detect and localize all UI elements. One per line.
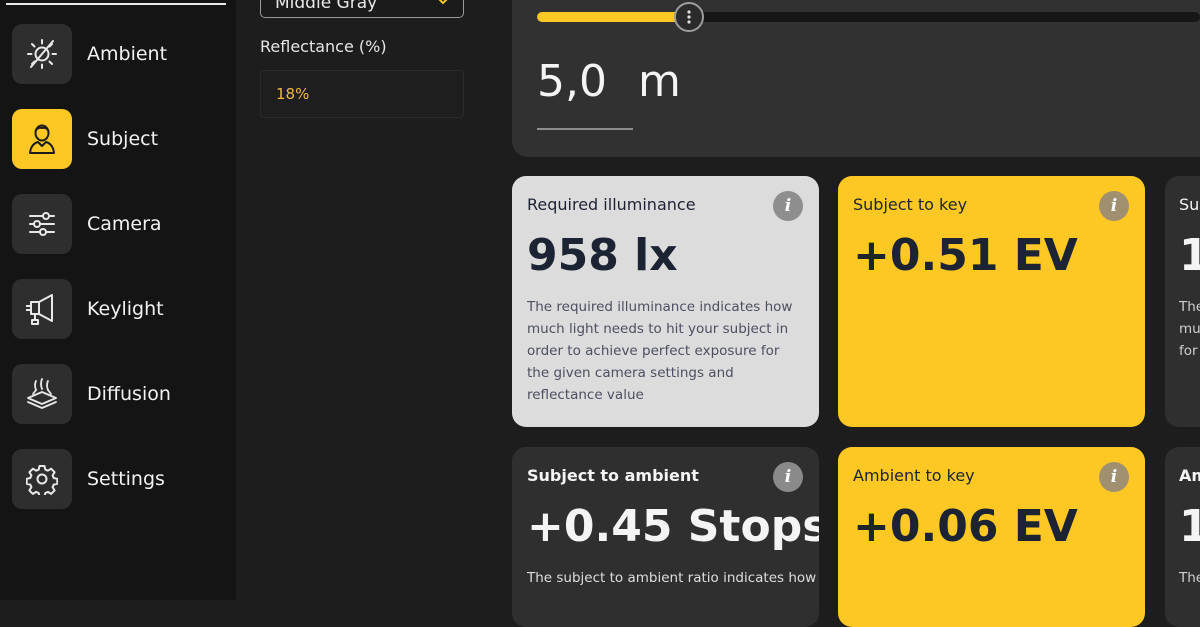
reflectance-input[interactable]: 18%: [260, 70, 464, 118]
card-value: +0.06 EV: [853, 501, 1078, 552]
chevron-down-icon: [437, 0, 449, 9]
sidebar-item-label: Settings: [87, 468, 165, 490]
sliders-icon: [12, 194, 72, 254]
softbox-light-icon: [12, 279, 72, 339]
card-description: The: [1179, 570, 1200, 586]
sidebar: Ambient Subject Camera Keylight Diffusio…: [0, 0, 236, 600]
sidebar-item-camera[interactable]: Camera: [12, 194, 222, 254]
card-title: Am: [1179, 466, 1200, 485]
info-icon[interactable]: i: [773, 191, 803, 221]
gear-icon: [12, 449, 72, 509]
partial-card-right-top: Su 1 The mu for: [1165, 176, 1200, 427]
card-description: The subject to ambient ratio indicates h…: [527, 570, 817, 586]
ambient-off-icon: [12, 24, 72, 84]
sidebar-item-ambient[interactable]: Ambient: [12, 24, 222, 84]
sidebar-item-settings[interactable]: Settings: [12, 449, 222, 509]
sidebar-item-label: Diffusion: [87, 383, 171, 405]
reflectance-value: 18%: [276, 85, 310, 103]
subject-to-key-card: Subject to key +0.51 EV i: [838, 176, 1145, 427]
subject-settings-panel: Middle Gray Reflectance (%) 18%: [236, 0, 512, 600]
distance-panel: [512, 0, 1200, 157]
distance-input-underline: [537, 128, 633, 130]
ambient-to-key-card: Ambient to key +0.06 EV i: [838, 447, 1145, 627]
reflectance-label: Reflectance (%): [260, 37, 387, 56]
card-title: Subject to key: [853, 195, 968, 214]
drag-handle-icon: [687, 10, 692, 24]
sidebar-item-label: Ambient: [87, 43, 168, 65]
sidebar-item-label: Keylight: [87, 298, 164, 320]
sidebar-top-divider: [6, 3, 226, 5]
person-icon: [12, 109, 72, 169]
sidebar-item-subject[interactable]: Subject: [12, 109, 222, 169]
info-icon[interactable]: i: [773, 462, 803, 492]
card-title: Su: [1179, 195, 1200, 214]
info-icon[interactable]: i: [1099, 462, 1129, 492]
card-description: The required illuminance indicates how m…: [527, 299, 793, 403]
sidebar-item-keylight[interactable]: Keylight: [12, 279, 222, 339]
card-value: +0.51 EV: [853, 230, 1078, 281]
sidebar-item-diffusion[interactable]: Diffusion: [12, 364, 222, 424]
subject-to-ambient-card: Subject to ambient +0.45 Stops The subje…: [512, 447, 819, 627]
diffusion-icon: [12, 364, 72, 424]
card-title: Required illuminance: [527, 195, 696, 214]
distance-value[interactable]: 5,0: [537, 56, 607, 107]
card-value: 1: [1179, 230, 1200, 281]
card-value: +0.45 Stops: [527, 501, 819, 552]
card-title: Subject to ambient: [527, 466, 699, 485]
distance-slider-fill: [537, 12, 690, 22]
sidebar-item-label: Subject: [87, 128, 159, 150]
required-illuminance-card: Required illuminance 958 lx The required…: [512, 176, 819, 427]
info-icon[interactable]: i: [1099, 191, 1129, 221]
distance-unit: m: [638, 56, 681, 107]
card-value: 1: [1179, 501, 1200, 552]
card-title: Ambient to key: [853, 466, 975, 485]
card-value: 958 lx: [527, 230, 678, 281]
card-description: The mu for: [1179, 299, 1200, 359]
partial-card-right-bottom: Am 1 The: [1165, 447, 1200, 627]
tone-dropdown[interactable]: Middle Gray: [260, 0, 464, 18]
sidebar-item-label: Camera: [87, 213, 162, 235]
tone-dropdown-value: Middle Gray: [275, 0, 378, 13]
